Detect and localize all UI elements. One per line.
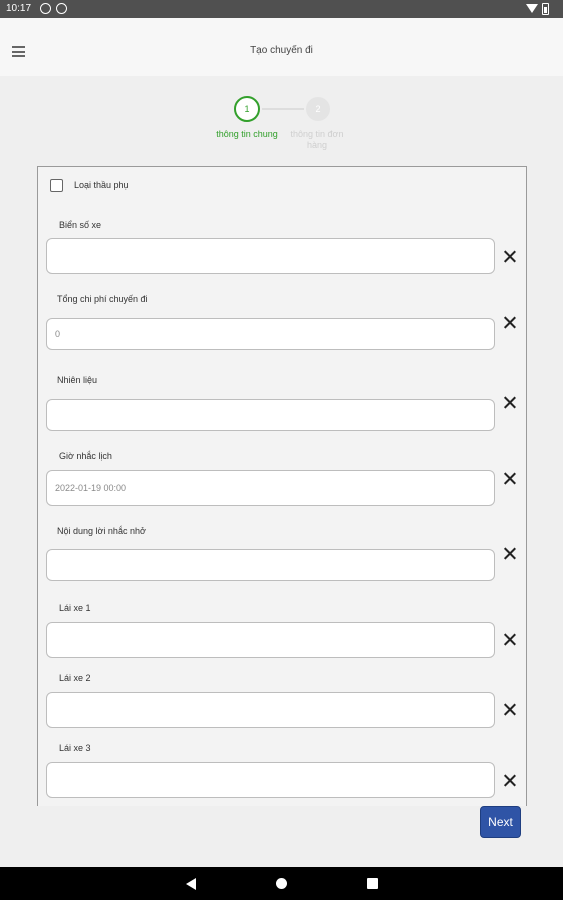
close-icon[interactable]: [503, 774, 516, 787]
system-nav-bar: [0, 867, 563, 900]
driver-2-label: Lái xe 2: [59, 673, 91, 683]
fuel-input[interactable]: [46, 399, 495, 431]
total-cost-label: Tổng chi phí chuyến đi: [57, 294, 148, 304]
stepper: 1 2 thông tin chung thông tin đơn hàng: [0, 95, 563, 155]
back-icon[interactable]: [186, 878, 196, 890]
step-2-circle[interactable]: 2: [306, 97, 330, 121]
close-icon[interactable]: [503, 250, 516, 263]
reminder-content-input[interactable]: [46, 549, 495, 581]
reminder-time-label: Giờ nhắc lịch: [59, 451, 112, 461]
license-plate-input[interactable]: [46, 238, 495, 274]
license-plate-label: Biển số xe: [59, 220, 102, 230]
wifi-icon: [526, 4, 538, 13]
close-icon[interactable]: [503, 703, 516, 716]
close-icon[interactable]: [503, 396, 516, 409]
status-time: 10:17: [6, 3, 32, 14]
close-icon[interactable]: [503, 472, 516, 485]
step-1-circle[interactable]: 1: [234, 96, 260, 122]
battery-icon: [542, 3, 549, 15]
recents-icon[interactable]: [367, 878, 378, 889]
subcontractor-checkbox-label: Loại thầu phụ: [74, 180, 129, 190]
app-icon: [56, 3, 67, 14]
step-connector: [262, 108, 304, 110]
driver-3-input[interactable]: [46, 762, 495, 798]
step-1-label: thông tin chung: [216, 129, 278, 139]
step-2-label: thông tin đơn hàng: [290, 129, 344, 150]
driver-2-input[interactable]: [46, 692, 495, 728]
trip-form: Loại thầu phụ Biển số xe Tổng chi phí ch…: [37, 166, 527, 806]
page-title: Tạo chuyến đi: [250, 45, 313, 56]
close-icon[interactable]: [503, 633, 516, 646]
status-bar: 10:17: [0, 0, 563, 18]
home-icon[interactable]: [276, 878, 287, 889]
next-button[interactable]: Next: [480, 806, 521, 838]
total-cost-input[interactable]: [46, 318, 495, 350]
driver-1-label: Lái xe 1: [59, 603, 91, 613]
close-icon[interactable]: [503, 316, 516, 329]
close-icon[interactable]: [503, 547, 516, 560]
fuel-label: Nhiên liệu: [57, 375, 98, 385]
driver-3-label: Lái xe 3: [59, 743, 91, 753]
driver-1-input[interactable]: [46, 622, 495, 658]
app-bar: Tạo chuyến đi: [0, 18, 563, 76]
reminder-time-input[interactable]: [46, 470, 495, 506]
reminder-content-label: Nội dung lời nhắc nhở: [57, 526, 146, 536]
notification-icon: [40, 3, 51, 14]
subcontractor-checkbox[interactable]: [50, 179, 63, 192]
